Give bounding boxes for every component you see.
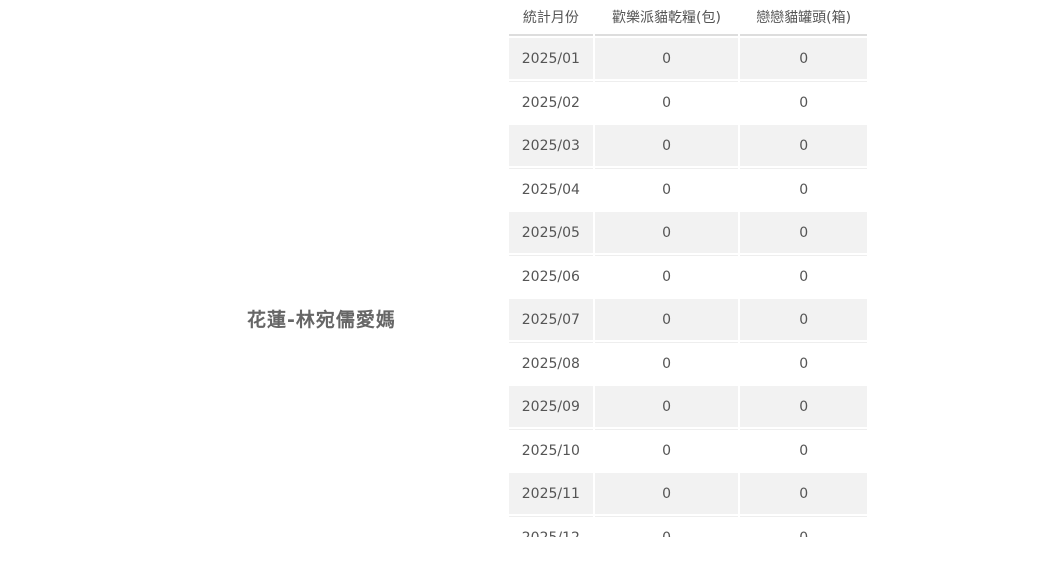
cell-month: 2025/09	[509, 386, 593, 427]
monthly-stats-table: 統計月份 歡樂派貓乾糧(包) 戀戀貓罐頭(箱) 2025/01 0 0 2025/02…	[509, 0, 869, 537]
cell-dry-food: 0	[594, 255, 739, 297]
cell-month: 2025/10	[509, 429, 593, 471]
table-row: 2025/11 0 0	[509, 473, 867, 514]
table-row: 2025/01 0 0	[509, 38, 867, 79]
cell-dry-food: 0	[594, 299, 739, 340]
table-body: 2025/01 0 0 2025/02 0 0 2025/03 0 0 2025/04 0 0 2025…	[509, 38, 867, 537]
cell-dry-food: 0	[594, 386, 739, 427]
cell-month: 2025/03	[509, 125, 593, 166]
header-dry-food: 歡樂派貓乾糧(包)	[594, 0, 739, 36]
cell-canned-food: 0	[740, 342, 867, 384]
cell-canned-food: 0	[740, 516, 867, 537]
table-header-row: 統計月份 歡樂派貓乾糧(包) 戀戀貓罐頭(箱)	[509, 0, 867, 36]
cell-dry-food: 0	[594, 125, 739, 166]
cell-canned-food: 0	[740, 473, 867, 514]
cell-dry-food: 0	[594, 516, 739, 537]
cell-dry-food: 0	[594, 81, 739, 123]
cell-dry-food: 0	[594, 429, 739, 471]
cell-canned-food: 0	[740, 429, 867, 471]
cell-dry-food: 0	[594, 212, 739, 253]
cell-dry-food: 0	[594, 38, 739, 79]
cell-dry-food: 0	[594, 168, 739, 210]
cell-month: 2025/12	[509, 516, 593, 537]
table-row: 2025/10 0 0	[509, 429, 867, 471]
header-month: 統計月份	[509, 0, 593, 36]
cell-dry-food: 0	[594, 473, 739, 514]
cell-canned-food: 0	[740, 38, 867, 79]
cell-month: 2025/04	[509, 168, 593, 210]
cell-month: 2025/05	[509, 212, 593, 253]
cell-canned-food: 0	[740, 386, 867, 427]
cell-canned-food: 0	[740, 255, 867, 297]
cell-month: 2025/06	[509, 255, 593, 297]
cell-canned-food: 0	[740, 299, 867, 340]
cell-month: 2025/07	[509, 299, 593, 340]
table-row: 2025/1200	[509, 516, 867, 537]
table-row: 2025/02 0 0	[509, 81, 867, 123]
table-row: 2025/08 0 0	[509, 342, 867, 384]
cell-canned-food: 0	[740, 81, 867, 123]
header-canned-food: 戀戀貓罐頭(箱)	[740, 0, 867, 36]
cell-canned-food: 0	[740, 168, 867, 210]
cell-canned-food: 0	[740, 212, 867, 253]
stats-table-container[interactable]: 統計月份 歡樂派貓乾糧(包) 戀戀貓罐頭(箱) 2025/01 0 0 2025/02…	[509, 0, 869, 537]
table-row: 2025/06 0 0	[509, 255, 867, 297]
table-row: 2025/09 0 0	[509, 386, 867, 427]
cell-dry-food: 0	[594, 342, 739, 384]
cell-canned-food: 0	[740, 125, 867, 166]
cell-month: 2025/08	[509, 342, 593, 384]
table-row: 2025/04 0 0	[509, 168, 867, 210]
page: 花蓮-林宛儒愛媽 統計月份 歡樂派貓乾糧(包) 戀戀貓罐頭(箱) 2025/01…	[0, 0, 1040, 571]
cell-month: 2025/01	[509, 38, 593, 79]
cell-month: 2025/02	[509, 81, 593, 123]
table-row: 2025/07 0 0	[509, 299, 867, 340]
owner-name: 花蓮-林宛儒愛媽	[247, 309, 396, 331]
cell-month: 2025/11	[509, 473, 593, 514]
table-row: 2025/05 0 0	[509, 212, 867, 253]
table-row: 2025/03 0 0	[509, 125, 867, 166]
